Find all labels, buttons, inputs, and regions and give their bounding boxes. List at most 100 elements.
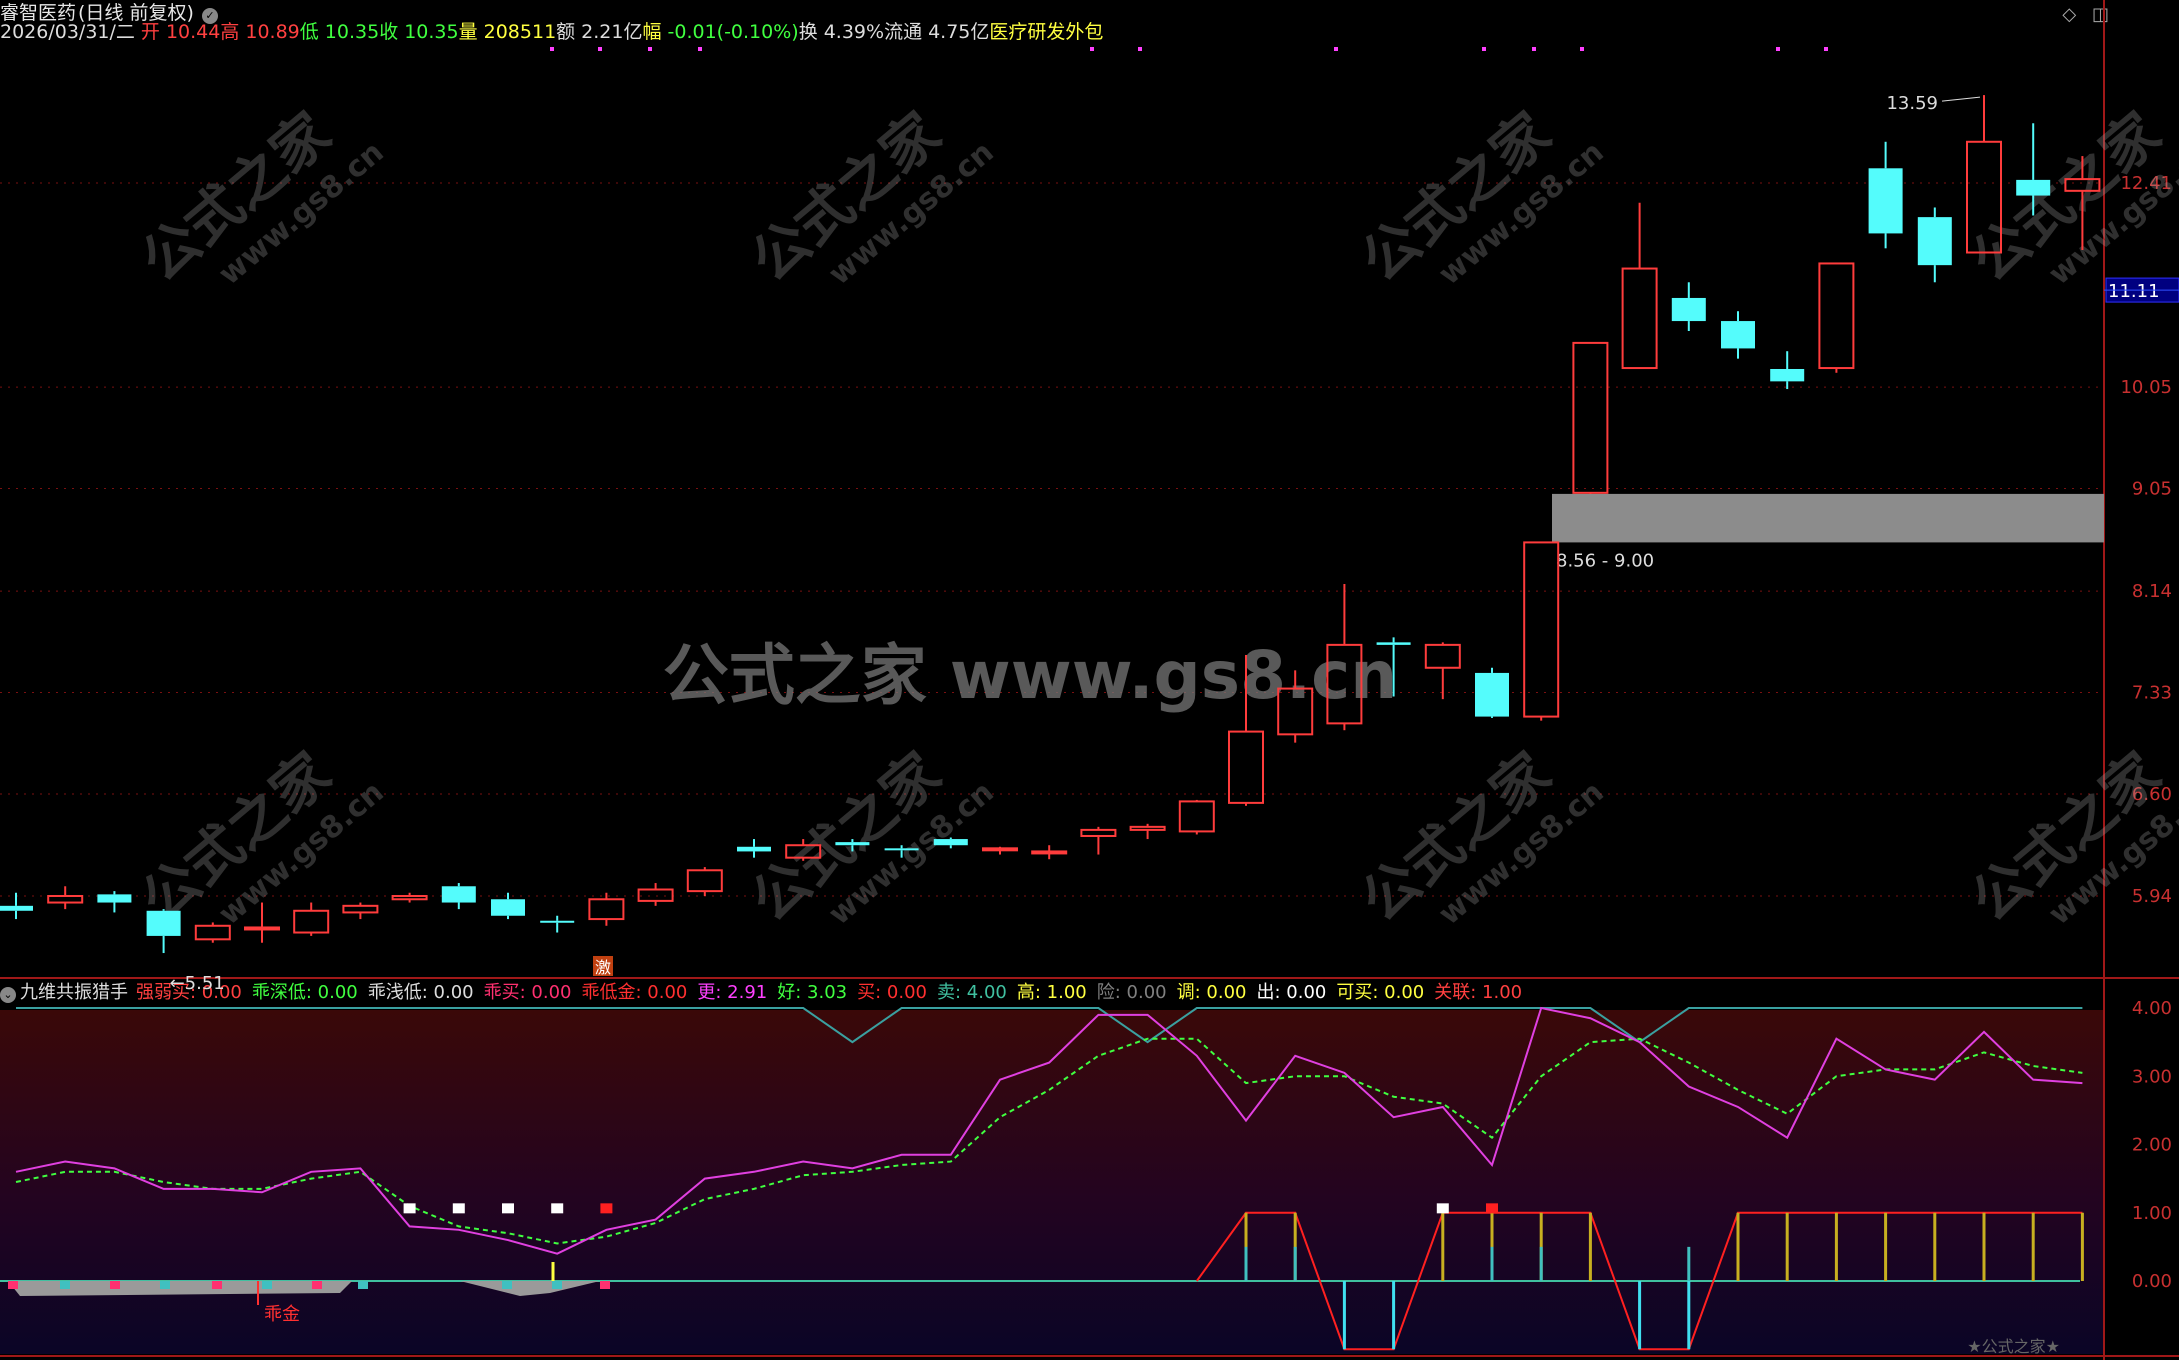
buy-marker	[452, 1203, 465, 1214]
candle-body-down	[933, 839, 968, 846]
candle	[1178, 799, 1215, 835]
gold-signal-label: 乖金	[264, 1304, 300, 1325]
candle	[1475, 667, 1509, 718]
signal-dot	[1334, 47, 1338, 51]
candle-body-down	[884, 848, 919, 851]
candle	[540, 915, 575, 933]
candle-body-up	[47, 895, 84, 904]
candle-body-up	[1621, 267, 1658, 370]
candle-body-down	[737, 846, 771, 852]
candle	[1818, 262, 1855, 373]
candle-body-up	[686, 869, 723, 893]
candle	[342, 902, 379, 920]
candle-body-down	[540, 920, 575, 923]
bottom-signal-square	[600, 1281, 610, 1289]
candle-body-down	[97, 894, 132, 903]
footer-watermark: ★公式之家★	[1967, 1337, 2060, 1356]
bottom-signal-square	[212, 1281, 222, 1289]
candle-body-down	[1868, 168, 1903, 234]
red-marker	[600, 1203, 613, 1214]
bottom-signal-square	[502, 1281, 512, 1289]
bottom-signal-square	[552, 1281, 562, 1289]
candle-body-up	[1080, 828, 1117, 837]
signal-dot	[550, 47, 554, 51]
candle	[293, 902, 330, 936]
signal-dot	[1580, 47, 1584, 51]
candle-body-down	[491, 899, 525, 916]
candle-body-up	[588, 898, 625, 921]
bottom-signal-square	[358, 1281, 368, 1289]
chart-stage[interactable]: 睿智医药 (日线 前复权) ✓ 2026/03/31/二开 10.44高 10.89低…	[0, 0, 2179, 1360]
high-marker-arrow	[1941, 96, 1981, 102]
candle	[1031, 845, 1068, 860]
candle	[1523, 541, 1560, 721]
buy-marker	[502, 1203, 514, 1214]
candle	[0, 892, 33, 920]
candle-body-up	[1129, 825, 1166, 831]
candle-body-down	[1721, 321, 1755, 349]
signal-dot	[1138, 47, 1142, 51]
price-axis-tick: 7.33	[2132, 683, 2172, 704]
candle-body-up	[982, 847, 1018, 852]
price-axis-tick: 9.05	[2132, 479, 2172, 500]
candle	[1621, 202, 1658, 370]
signal-dot	[1482, 47, 1486, 51]
candle	[982, 846, 1018, 855]
candle-body-up	[342, 904, 379, 914]
signal-char: 激	[595, 958, 611, 977]
candle-body-up	[1818, 262, 1855, 370]
candle-body-up	[637, 888, 674, 902]
candle-body-down	[1376, 642, 1411, 645]
tile-watermark: 公式之家www.gs8.cn	[1350, 741, 1611, 935]
candle	[146, 909, 181, 954]
buy-marker	[1436, 1203, 1449, 1214]
signal-dot	[648, 47, 652, 51]
indicator-axis-tick: 3.00	[2132, 1066, 2172, 1087]
center-watermark: 公式之家 www.gs8.cn	[663, 637, 1397, 714]
candle-body-down	[835, 842, 870, 846]
support-zone-label: 8.56 - 9.00	[1556, 550, 1654, 571]
candle-body-up	[244, 926, 280, 931]
candle-body-up	[1424, 643, 1461, 669]
indicator-panel-background	[0, 1010, 2104, 1354]
candle-body-down	[2016, 179, 2051, 196]
signal-dot	[598, 47, 602, 51]
bottom-signal-square	[110, 1281, 120, 1289]
candle-body-up	[1228, 730, 1264, 804]
candle	[1424, 642, 1461, 700]
tile-watermark: 公式之家www.gs8.cn	[740, 101, 1001, 295]
price-chart-svg[interactable]: 12.4110.059.058.147.336.605.9411.118.56 …	[0, 0, 2179, 1360]
price-axis-tick: 8.14	[2132, 581, 2172, 602]
candle-body-down	[1917, 217, 1952, 266]
candle	[441, 883, 476, 910]
bottom-signal-square	[262, 1281, 272, 1289]
candle-body-up	[1572, 341, 1609, 494]
candle-body-down	[1671, 297, 1706, 322]
bottom-signal-square	[60, 1281, 70, 1289]
signal-dot	[698, 47, 702, 51]
signal-dot	[1532, 47, 1536, 51]
candle-body-up	[1178, 800, 1215, 833]
candle	[1080, 826, 1117, 855]
candle	[1868, 141, 1903, 249]
high-price-marker: 13.59	[1886, 93, 1938, 114]
candle	[737, 839, 771, 858]
candle	[47, 886, 84, 910]
candle	[1770, 351, 1805, 390]
bottom-signal-square	[8, 1281, 18, 1289]
candle	[1721, 311, 1755, 359]
candle	[1917, 207, 1952, 283]
indicator-axis-tick: 1.00	[2132, 1203, 2172, 1224]
candle-body-down	[441, 886, 476, 903]
tile-watermark: 公式之家www.gs8.cn	[1960, 741, 2179, 935]
indicator-axis-tick: 4.00	[2132, 998, 2172, 1019]
candle	[194, 922, 231, 943]
candle	[391, 892, 428, 903]
price-axis-tick: 5.94	[2132, 886, 2172, 907]
bottom-signal-square	[160, 1281, 170, 1289]
signal-dot	[1824, 47, 1828, 51]
candle-body-up	[391, 895, 428, 901]
candle	[97, 891, 132, 913]
candle-body-down	[1475, 672, 1509, 717]
indicator-axis-tick: 2.00	[2132, 1135, 2172, 1156]
